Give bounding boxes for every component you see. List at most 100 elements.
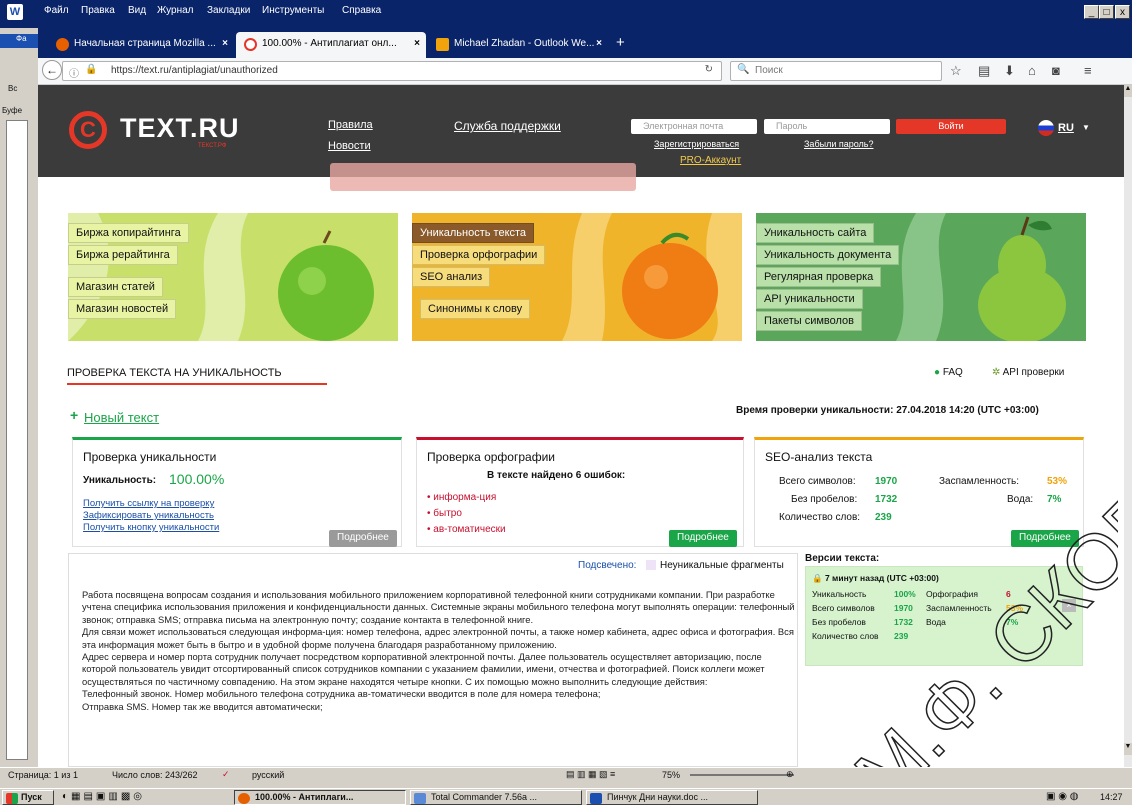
menu-file[interactable]: Файл — [44, 5, 69, 16]
banner-link-copywriting[interactable]: Биржа копирайтинга — [68, 223, 189, 243]
menu-help[interactable]: Справка — [342, 5, 381, 16]
back-arrow-icon[interactable]: ← — [42, 60, 62, 80]
password-field[interactable]: Пароль — [764, 119, 890, 134]
vertical-ruler — [6, 120, 28, 760]
status-language[interactable]: русский — [252, 770, 284, 780]
library-icon[interactable]: ▤ — [978, 63, 990, 79]
email-field[interactable]: Электронная почта — [631, 119, 757, 134]
delete-version-icon[interactable]: × — [1062, 599, 1076, 612]
start-button[interactable]: Пуск — [2, 790, 54, 805]
title-underline — [67, 383, 327, 385]
home-icon[interactable]: ⌂ — [1028, 63, 1036, 78]
banner-link-synonyms[interactable]: Синонимы к слову — [420, 299, 531, 319]
url-text[interactable]: https://text.ru/antiplagiat/unauthorized — [111, 65, 278, 76]
close-tab-icon[interactable]: × — [222, 38, 228, 49]
scroll-up-icon[interactable]: ▲ — [1124, 85, 1132, 97]
menu-history[interactable]: Журнал — [157, 5, 194, 16]
error-item[interactable]: • ав-томатически — [427, 522, 506, 538]
menu-tools[interactable]: Инструменты — [262, 5, 324, 16]
v-water-value: 7% — [1006, 617, 1019, 627]
banner-link-doc-uniqueness[interactable]: Уникальность документа — [756, 245, 900, 265]
zoom-slider[interactable] — [690, 774, 794, 776]
menu-view[interactable]: Вид — [128, 5, 146, 16]
taskbar-item-firefox[interactable]: 100.00% - Антиплаги... — [234, 790, 406, 805]
text-paragraph: Для связи может использоваться следующая… — [82, 626, 794, 650]
seo-more-button[interactable]: Подробнее — [1011, 530, 1079, 547]
fix-uniqueness-link[interactable]: Зафиксировать уникальность — [83, 510, 219, 522]
error-item[interactable]: • информа-ция — [427, 490, 506, 506]
banner-link-api[interactable]: API уникальности — [756, 289, 863, 309]
reload-icon[interactable]: ↻ — [705, 64, 713, 75]
quicklaunch-icons[interactable]: ◐▦▤▣▥▩◎ — [62, 791, 145, 802]
highlight-value[interactable]: Неуникальные фрагменты — [660, 560, 784, 571]
url-bar[interactable]: ⓘ 🔒 https://text.ru/antiplagiat/unauthor… — [62, 61, 722, 81]
uniq-more-button[interactable]: Подробнее — [329, 530, 397, 547]
help-icon: ● — [934, 367, 941, 378]
close-tab-icon[interactable]: × — [414, 38, 420, 49]
site-logo[interactable]: TEXT.RU — [120, 113, 240, 144]
versions-title: Версии текста: — [805, 553, 880, 564]
banner-link-regular[interactable]: Регулярная проверка — [756, 267, 882, 287]
pro-account-link[interactable]: PRO-Аккаунт — [680, 155, 741, 166]
tab-mozilla-start[interactable]: Начальная страница Mozilla ... × — [48, 32, 234, 58]
banner-link-articles[interactable]: Магазин статей — [68, 277, 163, 297]
news-link[interactable]: Новости — [328, 140, 371, 152]
outlook-icon — [436, 38, 449, 51]
login-button[interactable]: Войти — [896, 119, 1006, 134]
faq-link[interactable]: ● FAQ — [934, 367, 963, 378]
support-link[interactable]: Служба поддержки — [454, 119, 561, 133]
word-app-icon[interactable]: W — [7, 4, 23, 20]
close-tab-icon[interactable]: × — [596, 38, 602, 49]
version-entry[interactable]: 🔒 7 минут назад (UTC +03:00) Уникальност… — [805, 566, 1083, 666]
new-text-link[interactable]: Новый текст — [84, 410, 159, 425]
taskbar-item-totalcmd[interactable]: Total Commander 7.56a ... — [410, 790, 582, 805]
spellcheck-icon[interactable]: ✓ — [222, 769, 230, 780]
api-link[interactable]: ✲ API проверки — [992, 367, 1064, 378]
textru-logo-icon[interactable]: C — [69, 111, 107, 149]
star-icon[interactable]: ☆ — [950, 63, 962, 79]
banner-link-spelling[interactable]: Проверка орфографии — [412, 245, 546, 265]
chevron-down-icon[interactable]: ▼ — [1082, 123, 1090, 132]
menu-edit[interactable]: Правка — [81, 5, 115, 16]
checked-text: Работа посвящена вопросам создания и исп… — [82, 589, 796, 713]
pocket-icon[interactable]: ◙ — [1052, 63, 1060, 78]
forgot-password-link[interactable]: Забыли пароль? — [804, 139, 873, 149]
tab-outlook[interactable]: Michael Zhadan - Outlook We... × — [428, 32, 608, 58]
taskbar-item-word[interactable]: Пинчук Дни науки.doc ... — [586, 790, 758, 805]
banner-link-seo[interactable]: SEO анализ — [412, 267, 491, 287]
plus-icon[interactable]: + — [70, 407, 78, 423]
language-select[interactable]: RU — [1058, 122, 1074, 134]
search-bar[interactable]: 🔍 Поиск — [730, 61, 942, 81]
error-item[interactable]: • бытро — [427, 506, 506, 522]
tab-antiplagiat[interactable]: 100.00% - Антиплагиат онл... × — [236, 32, 426, 58]
spelling-summary: В тексте найдено 6 ошибок: — [487, 470, 626, 481]
gear-icon: ✲ — [992, 367, 1001, 378]
get-button-link[interactable]: Получить кнопку уникальности — [83, 522, 219, 534]
tray-icons[interactable]: ▣ ◉ ◍ — [1046, 791, 1078, 802]
download-icon[interactable]: ⬇ — [1004, 63, 1015, 79]
russian-flag-icon[interactable] — [1038, 120, 1054, 136]
spell-more-button[interactable]: Подробнее — [669, 530, 737, 547]
banner-link-uniqueness[interactable]: Уникальность текста — [412, 223, 535, 243]
banner-link-site-uniqueness[interactable]: Уникальность сайта — [756, 223, 875, 243]
view-buttons-icon[interactable]: ▤ ▥ ▦ ▧ ≡ — [566, 769, 615, 780]
zoom-level[interactable]: 75% — [662, 770, 680, 780]
maximize-button[interactable]: □ — [1099, 5, 1114, 19]
close-window-button[interactable]: x — [1115, 5, 1130, 19]
new-tab-button[interactable]: + — [616, 34, 625, 51]
zoom-in-icon[interactable]: ⊕ — [786, 769, 794, 780]
banner-link-packages[interactable]: Пакеты символов — [756, 311, 863, 331]
banner-link-news[interactable]: Магазин новостей — [68, 299, 177, 319]
banner-link-rewriting[interactable]: Биржа рерайтинга — [68, 245, 178, 265]
info-icon[interactable]: ⓘ — [69, 65, 79, 80]
register-link[interactable]: Зарегистрироваться — [654, 139, 739, 149]
rules-link[interactable]: Правила — [328, 119, 373, 131]
status-words[interactable]: Число слов: 243/262 — [112, 770, 198, 780]
v-words-label: Количество слов — [812, 631, 879, 641]
get-check-link[interactable]: Получить ссылку на проверку — [83, 498, 219, 510]
scroll-down-icon[interactable]: ▼ — [1124, 743, 1132, 755]
minimize-button[interactable]: _ — [1084, 5, 1099, 19]
menu-bookmarks[interactable]: Закладки — [207, 5, 250, 16]
vertical-scrollbar[interactable]: ▲ ▼ — [1124, 85, 1132, 767]
menu-hamburger-icon[interactable]: ≡ — [1084, 63, 1092, 78]
